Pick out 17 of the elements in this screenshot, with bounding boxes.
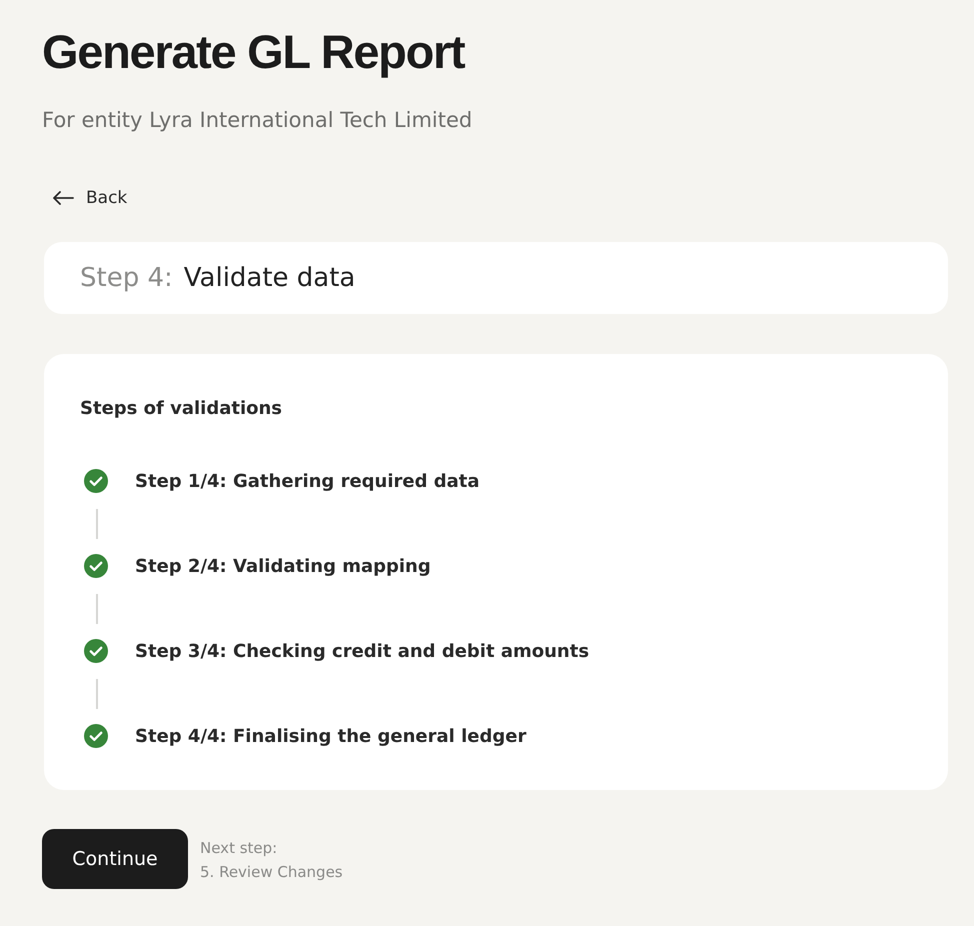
validation-step-label: Step 2/4: Validating mapping (135, 556, 431, 576)
page-title: Generate GL Report (42, 24, 464, 80)
step-title: Validate data (184, 263, 356, 293)
step-number: Step 4: (80, 263, 173, 293)
validation-heading: Steps of validations (80, 397, 282, 421)
validation-step-label: Step 1/4: Gathering required data (135, 470, 480, 492)
back-button[interactable]: Back (52, 186, 128, 210)
step-connector (96, 509, 98, 539)
next-step-caption: Next step: (200, 838, 278, 859)
continue-button[interactable]: Continue (42, 829, 188, 889)
validation-step-label: Step 3/4: Checking credit and debit amounts (135, 640, 590, 662)
step-connector (96, 594, 98, 624)
page-subtitle: For entity Lyra International Tech Limited (42, 107, 472, 134)
step-connector (96, 679, 98, 709)
next-step-name: 5. Review Changes (200, 862, 343, 883)
arrow-left-icon (52, 191, 74, 205)
validation-step-label: Step 4/4: Finalising the general ledger (135, 726, 526, 746)
